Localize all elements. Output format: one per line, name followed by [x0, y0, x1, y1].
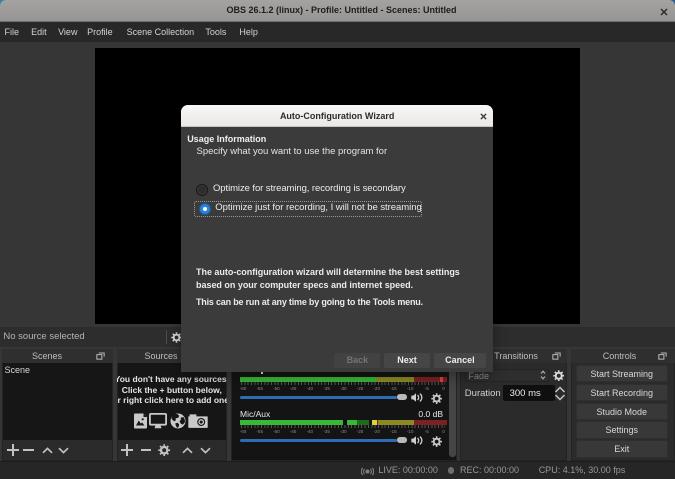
svg-text:-50: -50: [273, 386, 280, 391]
svg-text:0: 0: [442, 386, 445, 391]
svg-text:-15: -15: [390, 429, 397, 434]
svg-text:-15: -15: [390, 386, 397, 391]
svg-text:-60: -60: [240, 429, 247, 434]
svg-text:-40: -40: [306, 386, 313, 391]
svg-text:-50: -50: [273, 429, 280, 434]
svg-text:-5: -5: [425, 429, 430, 434]
svg-text:-35: -35: [323, 429, 330, 434]
svg-text:-10: -10: [407, 429, 414, 434]
svg-text:-30: -30: [340, 429, 347, 434]
svg-text:0: 0: [442, 429, 445, 434]
svg-text:-30: -30: [340, 386, 347, 391]
svg-text:-25: -25: [357, 386, 364, 391]
svg-text:-60: -60: [240, 386, 247, 391]
svg-text:-5: -5: [425, 386, 430, 391]
svg-text:-55: -55: [256, 429, 263, 434]
svg-text:-55: -55: [256, 386, 263, 391]
svg-text:-45: -45: [290, 386, 297, 391]
svg-text:-20: -20: [373, 386, 380, 391]
svg-text:-45: -45: [290, 429, 297, 434]
svg-text:-35: -35: [323, 386, 330, 391]
svg-text:-10: -10: [407, 386, 414, 391]
svg-text:-40: -40: [306, 429, 313, 434]
svg-text:-25: -25: [357, 429, 364, 434]
svg-text:-20: -20: [373, 429, 380, 434]
